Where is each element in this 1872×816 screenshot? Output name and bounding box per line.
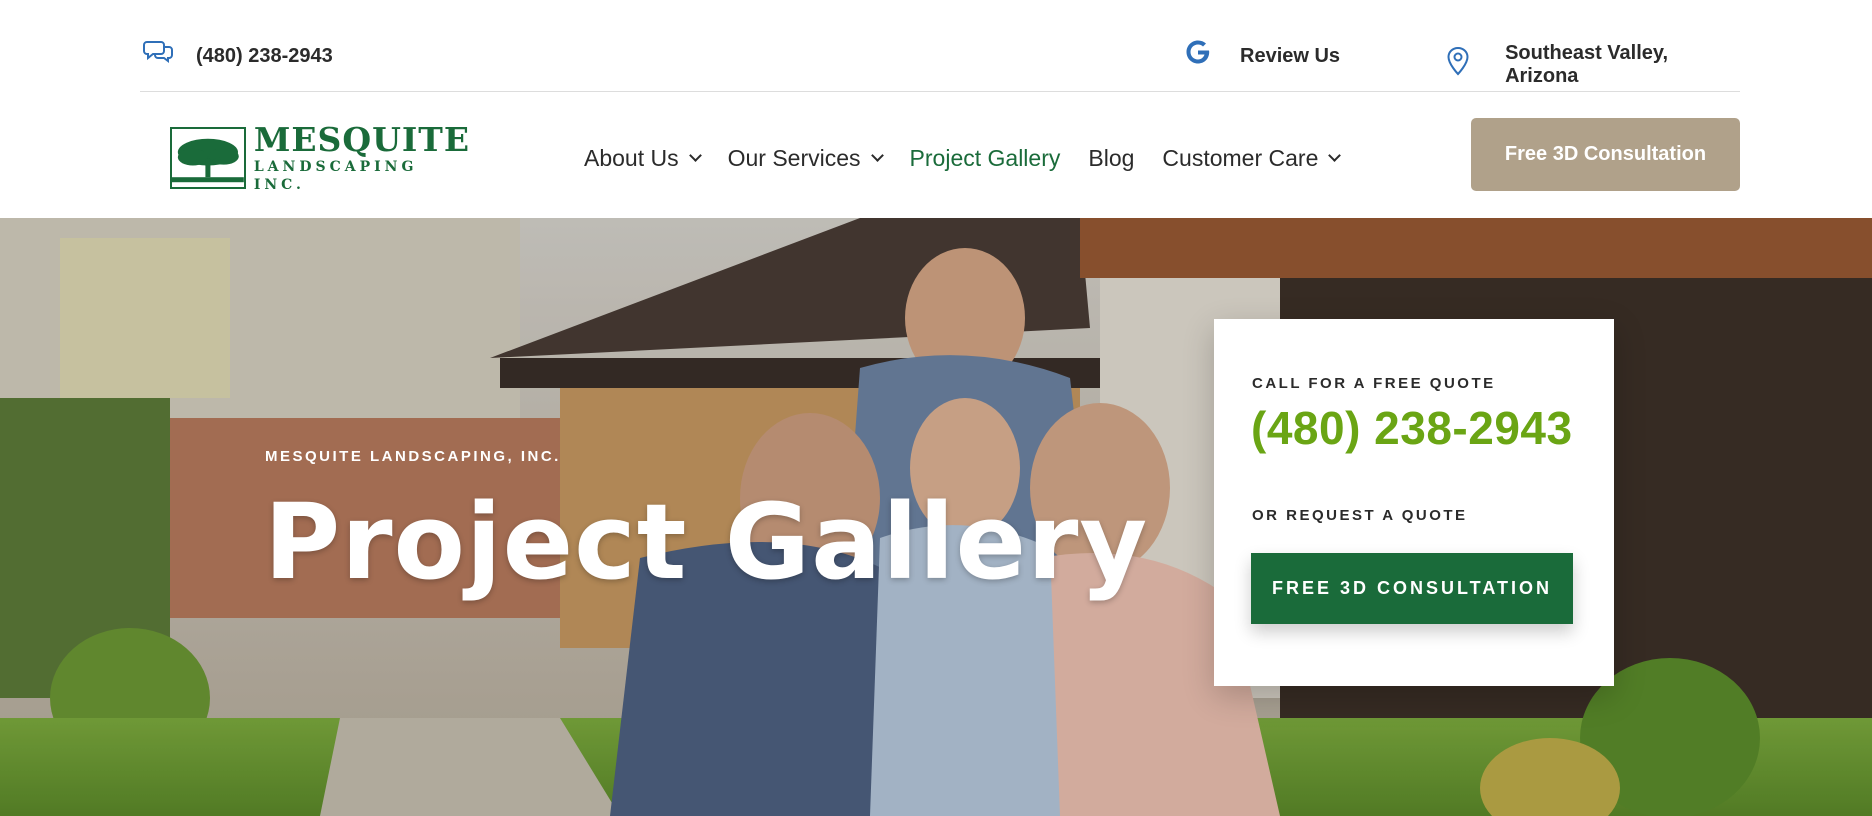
nav-label: Our Services (727, 144, 861, 171)
free-consultation-button[interactable]: Free 3D Consultation (1471, 118, 1740, 191)
quote-phone-link[interactable]: (480) 238-2943 (1251, 401, 1573, 455)
free-3d-consultation-button[interactable]: FREE 3D CONSULTATION (1251, 553, 1573, 624)
logo-name: MESQUITE (253, 120, 470, 159)
location-text: Southeast Valley, Arizona (1505, 42, 1669, 87)
location-link[interactable]: Southeast Valley, Arizona (1440, 42, 1740, 88)
logo-text: MESQUITE LANDSCAPING INC. (254, 122, 470, 194)
top-phone-link[interactable]: (480) 238-2943 (140, 41, 333, 70)
top-bar: (480) 238-2943 Review Us Southeast Valle… (140, 0, 1740, 92)
mesquite-tree-logo-icon (170, 127, 246, 189)
top-phone-text: (480) 238-2943 (196, 44, 333, 67)
review-us-text: Review Us (1240, 44, 1341, 67)
request-label: OR REQUEST A QUOTE (1252, 507, 1468, 524)
chevron-down-icon (688, 148, 702, 162)
nav-blog[interactable]: Blog (1088, 145, 1134, 172)
location-pin-icon (1440, 43, 1475, 79)
google-icon (1180, 34, 1216, 70)
hero-eyebrow: MESQUITE LANDSCAPING, INC. (265, 448, 561, 465)
nav-label: Customer Care (1162, 144, 1319, 171)
nav-label: Blog (1088, 144, 1135, 171)
nav-customer-care[interactable]: Customer Care (1162, 144, 1342, 172)
main-nav: About Us Our Services Project Gallery Bl… (584, 140, 1367, 176)
nav-about-us[interactable]: About Us (584, 144, 702, 172)
nav-label: Project Gallery (909, 144, 1061, 171)
review-us-link[interactable]: Review Us (1180, 40, 1341, 70)
nav-label: About Us (584, 144, 679, 171)
nav-project-gallery[interactable]: Project Gallery (910, 145, 1061, 172)
quote-card: CALL FOR A FREE QUOTE (480) 238-2943 OR … (1214, 319, 1614, 686)
chevron-down-icon (870, 148, 884, 162)
nav-our-services[interactable]: Our Services (727, 144, 884, 172)
main-header: MESQUITE LANDSCAPING INC. About Us Our S… (0, 92, 1872, 218)
chevron-down-icon (1328, 148, 1342, 162)
call-label: CALL FOR A FREE QUOTE (1252, 375, 1496, 392)
page-title: Project Gallery (264, 481, 1149, 603)
hero-banner: MESQUITE LANDSCAPING, INC. Project Galle… (0, 218, 1872, 816)
site-logo[interactable]: MESQUITE LANDSCAPING INC. (170, 122, 470, 193)
logo-subtitle: LANDSCAPING INC. (253, 159, 418, 193)
chat-icon (140, 34, 176, 70)
